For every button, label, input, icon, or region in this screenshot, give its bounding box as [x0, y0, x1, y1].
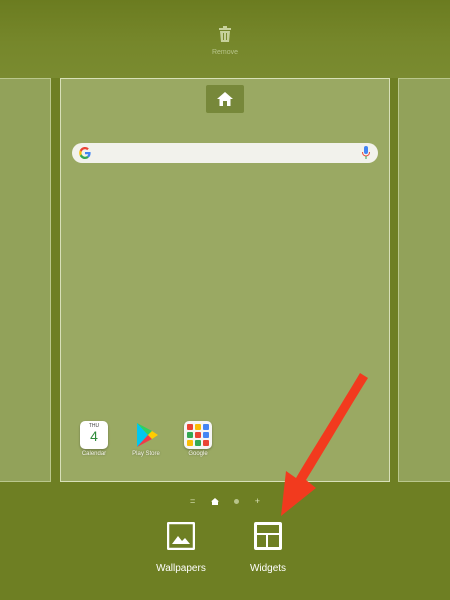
app-play-store[interactable]: Play Store [126, 421, 166, 457]
wallpapers-label: Wallpapers [156, 563, 206, 574]
app-google-folder[interactable]: Google [178, 421, 218, 457]
add-page-indicator-icon[interactable]: + [255, 496, 260, 506]
app-label-google: Google [188, 451, 208, 457]
widgets-button[interactable]: Widgets [228, 522, 308, 574]
app-label-calendar: Calendar [81, 451, 107, 457]
play-store-icon [137, 423, 158, 447]
calendar-date: 4 [90, 428, 98, 444]
reorder-indicator-icon[interactable]: = [190, 496, 195, 506]
page-preview-current[interactable]: THU 4 Calendar Play Store Google [60, 78, 390, 482]
page-preview-left[interactable] [0, 78, 51, 482]
set-home-page-button[interactable] [206, 85, 244, 113]
widgets-icon [254, 522, 282, 550]
trash-icon [219, 26, 231, 42]
google-folder-icon [184, 421, 212, 449]
remove-label: Remove [211, 49, 239, 56]
page-preview-right[interactable] [398, 78, 450, 482]
remove-target[interactable]: Remove [195, 26, 255, 56]
home-icon [217, 92, 233, 106]
google-g-icon [79, 147, 91, 159]
microphone-icon[interactable] [362, 146, 370, 160]
page-dot-indicator[interactable] [234, 498, 240, 504]
calendar-icon: THU 4 [80, 421, 108, 449]
top-bar: Remove [0, 0, 450, 78]
app-label-play-store: Play Store [132, 451, 160, 457]
wallpapers-icon [166, 521, 196, 551]
widgets-label: Widgets [249, 563, 287, 574]
home-page-indicator-icon[interactable] [210, 497, 219, 505]
google-search-bar[interactable] [72, 143, 378, 163]
page-indicators: = + [190, 496, 260, 506]
wallpapers-button[interactable]: Wallpapers [141, 521, 221, 574]
app-calendar[interactable]: THU 4 Calendar [74, 421, 114, 457]
